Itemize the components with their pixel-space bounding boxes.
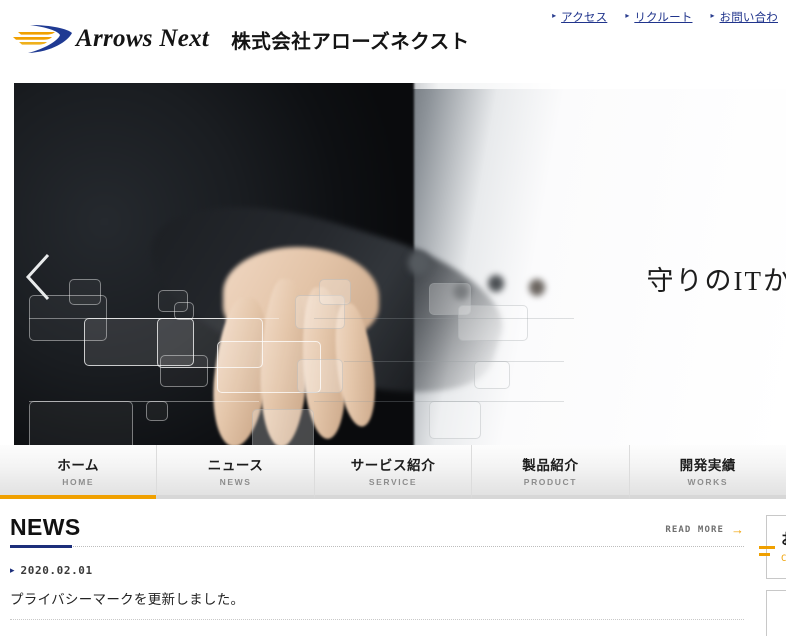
arrow-right-icon: → bbox=[731, 522, 744, 538]
nav-item-home[interactable]: ホーム HOME bbox=[0, 445, 157, 499]
hero-person-silhouette bbox=[519, 279, 555, 445]
bullet-arrow-icon: ▸ bbox=[710, 11, 715, 20]
nav-label-jp: サービス紹介 bbox=[350, 457, 436, 474]
utility-nav-item-contact[interactable]: ▸ お問い合わ bbox=[710, 9, 778, 25]
hero-person-silhouette bbox=[479, 275, 513, 445]
hero-ui-panel bbox=[474, 361, 510, 389]
news-section: NEWS READ MORE → ▸ 2020.02.01 プライバシーマークを… bbox=[0, 515, 752, 621]
hero-ui-panel bbox=[69, 279, 101, 305]
hero-ui-panel bbox=[146, 401, 168, 421]
nav-label-en: PRODUCT bbox=[523, 476, 578, 487]
nav-label-en: HOME bbox=[62, 476, 95, 487]
utility-link-label[interactable]: お問い合わ bbox=[720, 9, 779, 25]
hero-ui-panel bbox=[458, 305, 528, 341]
hero-image: 守りのITか bbox=[14, 83, 786, 445]
utility-nav-item-recruit[interactable]: ▸ リクルート bbox=[625, 9, 692, 25]
utility-link-label[interactable]: アクセス bbox=[561, 9, 607, 25]
news-headline[interactable]: プライバシーマークを更新しました。 bbox=[10, 588, 744, 608]
hero-caption: 守りのITか bbox=[646, 266, 786, 296]
nav-label-jp: ニュース bbox=[207, 457, 264, 474]
hero-ui-panel bbox=[29, 401, 133, 445]
nav-label-jp: 製品紹介 bbox=[522, 457, 579, 474]
nav-label-en: NEWS bbox=[219, 476, 252, 487]
hero-ui-line bbox=[29, 401, 259, 402]
hero-ui-line bbox=[29, 318, 279, 319]
hero-ui-panel bbox=[297, 359, 343, 393]
nav-item-works[interactable]: 開発実績 WORKS bbox=[628, 445, 786, 499]
menu-lines-icon bbox=[759, 546, 775, 560]
sidebar-box-contact[interactable]: お C bbox=[759, 515, 786, 579]
site-header: ▸ アクセス ▸ リクルート ▸ お問い合わ Arrows Next 株式会社ア… bbox=[0, 0, 786, 83]
hero-ui-panel bbox=[160, 355, 208, 387]
hero-ui-panel bbox=[429, 401, 481, 439]
news-date: 2020.02.01 bbox=[20, 564, 93, 578]
logo-wordmark: Arrows Next bbox=[76, 25, 210, 52]
hero-ui-line bbox=[314, 318, 574, 319]
section-divider bbox=[10, 545, 744, 549]
page-content: NEWS READ MORE → ▸ 2020.02.01 プライバシーマークを… bbox=[0, 499, 786, 636]
utility-link-label[interactable]: リクルート bbox=[634, 9, 692, 25]
read-more-label: READ MORE bbox=[665, 524, 724, 535]
hero-prev-arrow-icon[interactable] bbox=[22, 251, 56, 303]
sidebar: お C bbox=[759, 515, 786, 636]
news-date-row: ▸ 2020.02.01 bbox=[10, 564, 744, 577]
nav-label-en: SERVICE bbox=[368, 476, 418, 487]
utility-navigation: ▸ アクセス ▸ リクルート ▸ お問い合わ bbox=[552, 9, 778, 25]
bullet-arrow-icon: ▸ bbox=[10, 565, 15, 576]
sidebar-box-subtitle: C bbox=[781, 554, 786, 564]
nav-label-jp: ホーム bbox=[57, 457, 100, 474]
sidebar-box-secondary[interactable] bbox=[766, 590, 786, 636]
hero-ui-panel bbox=[252, 409, 314, 445]
sidebar-box-title: お bbox=[781, 528, 786, 549]
nav-item-news[interactable]: ニュース NEWS bbox=[156, 445, 314, 499]
page-title: NEWS bbox=[10, 514, 81, 540]
news-section-header: NEWS READ MORE → bbox=[10, 515, 744, 546]
arrow-swoosh-logo-icon bbox=[12, 22, 74, 56]
hero-ui-panel bbox=[319, 279, 351, 305]
bullet-arrow-icon: ▸ bbox=[625, 11, 630, 20]
global-navigation: ホーム HOME ニュース NEWS サービス紹介 SERVICE 製品紹介 P… bbox=[0, 445, 786, 499]
read-more-button[interactable]: READ MORE → bbox=[665, 523, 744, 536]
nav-label-jp: 開発実績 bbox=[679, 457, 737, 474]
hero-ui-line bbox=[314, 401, 564, 402]
bullet-arrow-icon: ▸ bbox=[552, 11, 557, 20]
nav-item-product[interactable]: 製品紹介 PRODUCT bbox=[471, 445, 629, 499]
company-name-jp: 株式会社アローズネクスト bbox=[231, 29, 470, 53]
utility-nav-item-access[interactable]: ▸ アクセス bbox=[552, 9, 607, 25]
nav-label-en: WORKS bbox=[687, 476, 729, 487]
hero-ui-line bbox=[344, 361, 564, 362]
brand-logo[interactable]: Arrows Next 株式会社アローズネクスト bbox=[12, 22, 470, 56]
news-list-item[interactable]: ▸ 2020.02.01 プライバシーマークを更新しました。 bbox=[10, 549, 744, 621]
nav-item-service[interactable]: サービス紹介 SERVICE bbox=[313, 445, 472, 499]
hero-slider: 守りのITか bbox=[0, 83, 786, 445]
